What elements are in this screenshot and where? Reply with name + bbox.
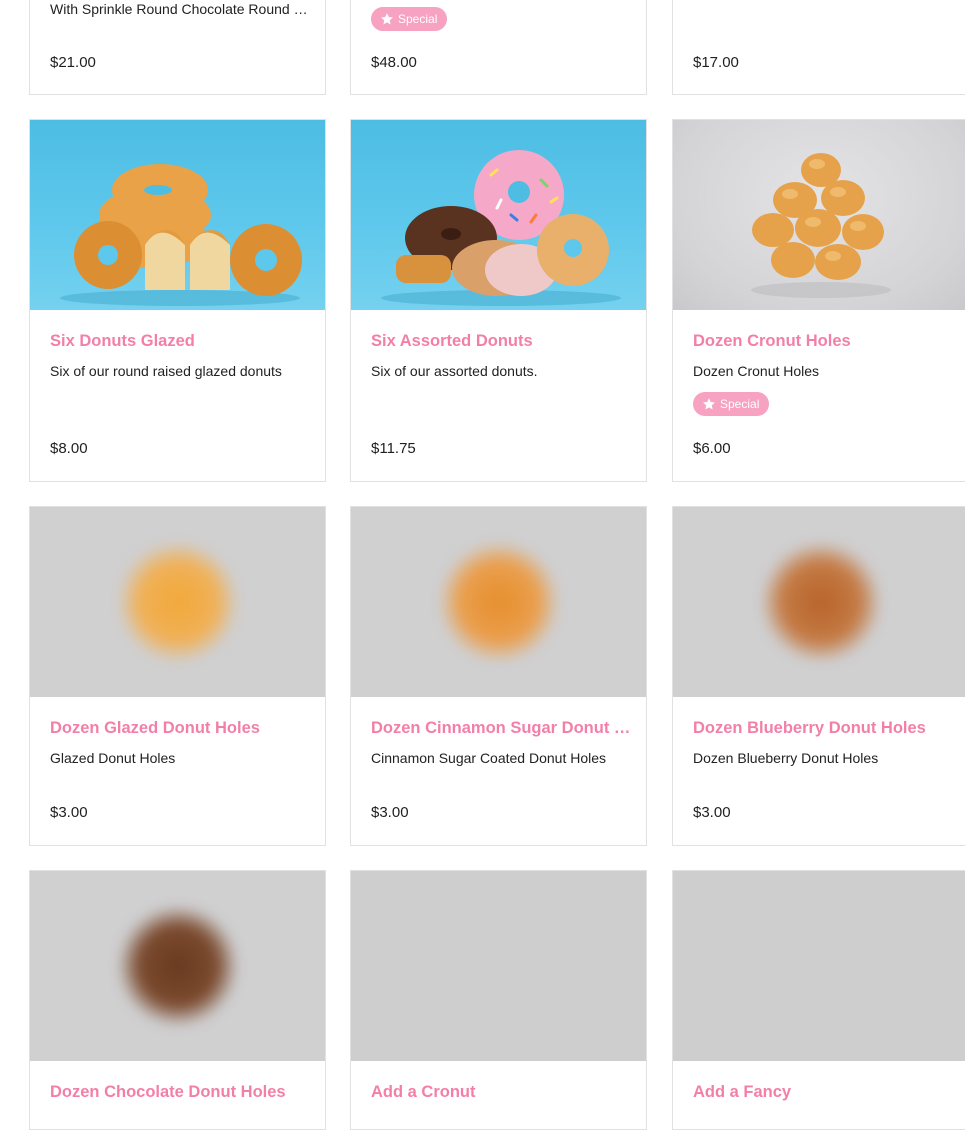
product-description: Six of our round raised glazed donuts: [50, 363, 282, 379]
badge-label: Special: [720, 397, 760, 411]
product-price: $8.00: [50, 440, 88, 457]
product-price: $3.00: [50, 804, 88, 821]
product-title[interactable]: Dozen Cinnamon Sugar Donut Holes: [371, 719, 632, 738]
product-card[interactable]: With Sprinkle Round Chocolate Round Glaz…: [29, 0, 326, 95]
product-description: Six of our assorted donuts.: [371, 363, 538, 379]
product-card[interactable]: Special $48.00: [350, 0, 647, 95]
product-description: Dozen Blueberry Donut Holes: [693, 750, 879, 766]
product-description: Dozen Cronut Holes: [693, 363, 820, 379]
star-icon: [381, 13, 393, 25]
product-card[interactable]: Six Donuts Glazed Six of our round raise…: [29, 119, 326, 482]
product-title[interactable]: Dozen Chocolate Donut Holes: [50, 1083, 311, 1102]
product-title[interactable]: Dozen Cronut Holes: [693, 332, 954, 351]
special-badge: Special: [371, 7, 448, 31]
product-card[interactable]: $17.00: [672, 0, 965, 95]
product-card[interactable]: Add a Fancy: [672, 870, 965, 1130]
star-icon: [703, 398, 715, 410]
product-card[interactable]: Dozen Blueberry Donut Holes Dozen Bluebe…: [672, 506, 965, 846]
product-price: $3.00: [371, 804, 409, 821]
product-price: $21.00: [50, 54, 96, 71]
product-card[interactable]: Six Assorted Donuts Six of our assorted …: [350, 119, 647, 482]
product-card[interactable]: Dozen Cronut Holes Dozen Cronut Holes Sp…: [672, 119, 965, 482]
product-description: With Sprinkle Round Chocolate Round Glaz…: [50, 1, 311, 17]
product-title[interactable]: Dozen Blueberry Donut Holes: [693, 719, 954, 738]
product-price: $6.00: [693, 440, 731, 457]
product-title[interactable]: Six Donuts Glazed: [50, 332, 311, 351]
product-card[interactable]: Add a Cronut: [350, 870, 647, 1130]
product-title[interactable]: Dozen Glazed Donut Holes: [50, 719, 311, 738]
product-title[interactable]: Add a Cronut: [371, 1083, 632, 1102]
product-title[interactable]: Six Assorted Donuts: [371, 332, 632, 351]
badge-label: Special: [398, 12, 438, 26]
product-price: $48.00: [371, 54, 417, 71]
special-badge: Special: [693, 392, 770, 416]
product-price: $3.00: [693, 804, 731, 821]
product-card[interactable]: Dozen Glazed Donut Holes Glazed Donut Ho…: [29, 506, 326, 846]
product-description: Glazed Donut Holes: [50, 750, 176, 766]
product-price: $11.75: [371, 440, 416, 457]
product-title[interactable]: Add a Fancy: [693, 1083, 954, 1102]
product-description: Cinnamon Sugar Coated Donut Holes: [371, 750, 607, 766]
product-card[interactable]: Dozen Chocolate Donut Holes: [29, 870, 326, 1130]
product-price: $17.00: [693, 54, 739, 71]
product-card[interactable]: Dozen Cinnamon Sugar Donut Holes Cinnamo…: [350, 506, 647, 846]
